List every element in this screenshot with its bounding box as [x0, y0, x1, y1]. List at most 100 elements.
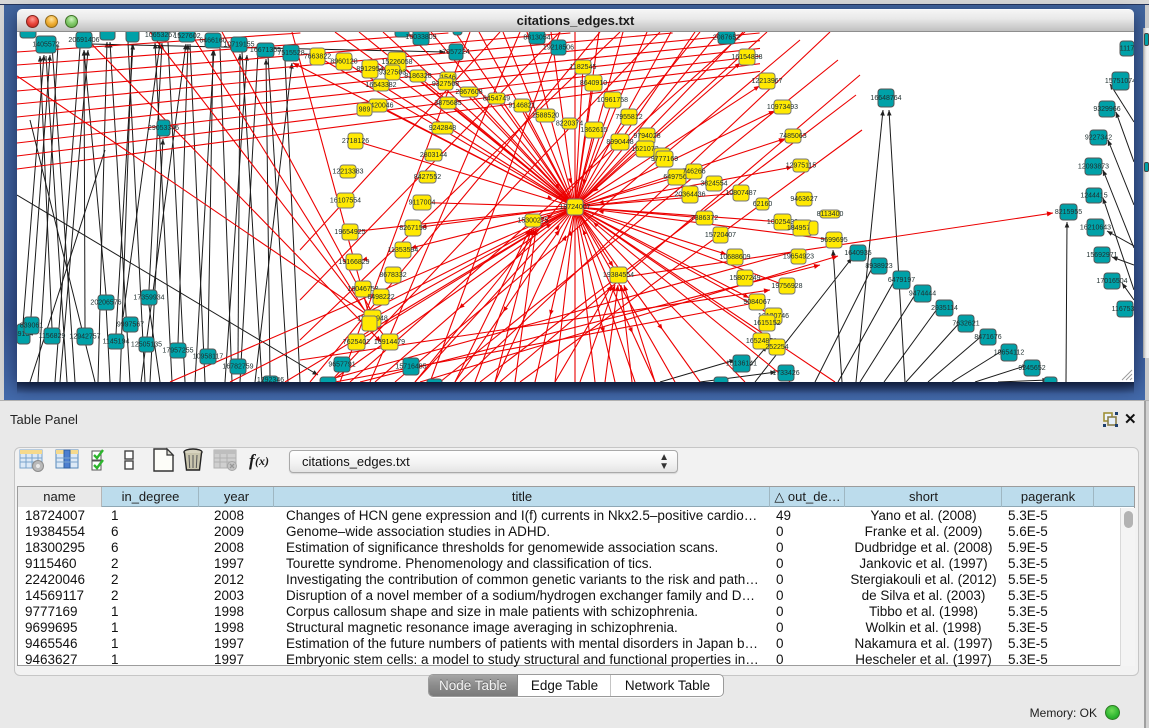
svg-text:6479197: 6479197 — [888, 277, 915, 284]
svg-text:252254: 252254 — [765, 344, 788, 351]
svg-text:1182545: 1182545 — [570, 64, 597, 71]
svg-text:12213967: 12213967 — [751, 78, 782, 85]
svg-text:8186328: 8186328 — [404, 73, 431, 80]
svg-text:19654923: 19654923 — [783, 254, 814, 261]
svg-text:19756928: 19756928 — [771, 283, 802, 290]
svg-text:9699695: 9699695 — [820, 237, 847, 244]
svg-text:(x): (x) — [255, 454, 269, 468]
svg-text:15136141: 15136141 — [726, 361, 757, 368]
svg-text:11353594: 11353594 — [388, 247, 419, 254]
svg-text:20206576: 20206576 — [90, 300, 121, 307]
svg-text:9657791: 9657791 — [328, 362, 355, 369]
svg-text:1362615: 1362615 — [580, 127, 607, 134]
svg-text:1733426: 1733426 — [772, 370, 799, 377]
svg-text:29053346: 29053346 — [148, 125, 179, 132]
svg-text:7515528: 7515528 — [277, 50, 304, 57]
svg-text:20691406: 20691406 — [68, 37, 99, 44]
svg-text:19166829: 19166829 — [338, 259, 369, 266]
svg-text:15720407: 15720407 — [705, 232, 736, 239]
svg-text:1167533: 1167533 — [1112, 306, 1134, 313]
svg-text:12975115: 12975115 — [786, 163, 817, 170]
svg-text:15807249: 15807249 — [729, 275, 760, 282]
svg-text:8990448: 8990448 — [606, 139, 633, 146]
svg-text:10807487: 10807487 — [725, 190, 756, 197]
svg-text:16543382: 16543382 — [365, 82, 396, 89]
svg-text:1244415: 1244415 — [1080, 193, 1107, 200]
svg-text:9997567: 9997567 — [117, 322, 144, 329]
svg-text:8813054: 8813054 — [523, 35, 550, 42]
svg-text:9327503: 9327503 — [379, 70, 406, 77]
svg-text:20364436: 20364436 — [674, 192, 705, 199]
svg-text:10654112: 10654112 — [994, 350, 1025, 357]
svg-text:8678332: 8678332 — [379, 272, 406, 279]
svg-text:15716485: 15716485 — [395, 364, 426, 371]
svg-text:16648764: 16648764 — [870, 95, 901, 102]
svg-text:9146821: 9146821 — [508, 103, 535, 110]
svg-text:12942757: 12942757 — [69, 334, 100, 341]
svg-text:8220374: 8220374 — [556, 121, 583, 128]
svg-text:10961758: 10961758 — [597, 97, 628, 104]
svg-text:8215955: 8215955 — [1055, 209, 1082, 216]
svg-text:2935114: 2935114 — [931, 305, 958, 312]
svg-text:10973493: 10973493 — [767, 104, 798, 111]
svg-text:989: 989 — [359, 107, 371, 114]
svg-text:7663822: 7663822 — [304, 54, 331, 61]
svg-text:746266: 746266 — [682, 169, 705, 176]
svg-text:1145194: 1145194 — [103, 339, 130, 346]
svg-text:9329966: 9329966 — [1093, 106, 1120, 113]
svg-text:18724007: 18724007 — [559, 204, 590, 211]
svg-text:9777169: 9777169 — [651, 156, 678, 163]
svg-text:17016504: 17016504 — [1096, 278, 1127, 285]
svg-text:1117: 1117 — [1120, 46, 1134, 53]
svg-text:8454749: 8454749 — [483, 96, 510, 103]
svg-text:9327508: 9327508 — [432, 81, 459, 88]
svg-text:9084067: 9084067 — [743, 299, 770, 306]
svg-text:9227342: 9227342 — [1085, 135, 1112, 142]
svg-text:3875685: 3875685 — [434, 100, 461, 107]
svg-text:9117004: 9117004 — [409, 200, 436, 207]
svg-text:19654925: 19654925 — [334, 229, 365, 236]
svg-text:2718126: 2718126 — [342, 138, 369, 145]
svg-text:8113400: 8113400 — [817, 211, 844, 218]
svg-text:16107554: 16107554 — [330, 198, 361, 205]
svg-text:8471676: 8471676 — [974, 334, 1001, 341]
svg-text:10958117: 10958117 — [193, 354, 224, 361]
svg-text:6498222: 6498222 — [367, 294, 394, 301]
svg-text:16033809: 16033809 — [405, 34, 436, 41]
svg-text:17957255: 17957255 — [162, 348, 193, 355]
svg-text:839061: 839061 — [20, 323, 43, 330]
svg-text:10653267: 10653267 — [145, 32, 176, 39]
svg-text:16914479: 16914479 — [374, 339, 405, 346]
svg-text:16782759: 16782759 — [222, 364, 253, 371]
svg-text:7485063: 7485063 — [779, 133, 806, 140]
svg-text:8267150: 8267150 — [399, 225, 426, 232]
svg-text:7386372: 7386372 — [691, 215, 718, 222]
svg-text:1615152: 1615152 — [753, 320, 780, 327]
svg-text:12213383: 12213383 — [332, 169, 363, 176]
svg-text:9245652: 9245652 — [1018, 365, 1045, 372]
svg-text:9794028: 9794028 — [633, 133, 660, 140]
svg-text:12093873: 12093873 — [1078, 164, 1109, 171]
svg-text:1405572: 1405572 — [32, 42, 59, 49]
svg-text:19218506: 19218506 — [543, 45, 574, 52]
svg-text:2867608: 2867608 — [455, 89, 482, 96]
svg-text:7625402: 7625402 — [343, 339, 370, 346]
svg-text:16210643: 16210643 — [1080, 225, 1111, 232]
svg-text:16154838: 16154838 — [731, 54, 762, 61]
svg-text:15751074: 15751074 — [1105, 78, 1134, 85]
svg-text:3824554: 3824554 — [700, 181, 727, 188]
svg-text:7632621: 7632621 — [952, 321, 979, 328]
svg-text:10688609: 10688609 — [719, 254, 750, 261]
svg-text:19384554: 19384554 — [603, 272, 634, 279]
svg-text:7857224: 7857224 — [442, 49, 469, 56]
svg-text:8640910: 8640910 — [580, 80, 607, 87]
svg-text:7955812: 7955812 — [615, 114, 642, 121]
svg-text:12505135: 12505135 — [131, 342, 162, 349]
svg-text:1527602: 1527602 — [173, 33, 200, 40]
svg-text:8427552: 8427552 — [414, 174, 441, 181]
svg-text:9474444: 9474444 — [909, 291, 936, 298]
svg-text:2087652: 2087652 — [713, 35, 740, 42]
svg-text:1640935: 1640935 — [844, 250, 871, 257]
svg-text:1588520: 1588520 — [532, 113, 559, 120]
svg-text:9242848: 9242848 — [429, 125, 456, 132]
